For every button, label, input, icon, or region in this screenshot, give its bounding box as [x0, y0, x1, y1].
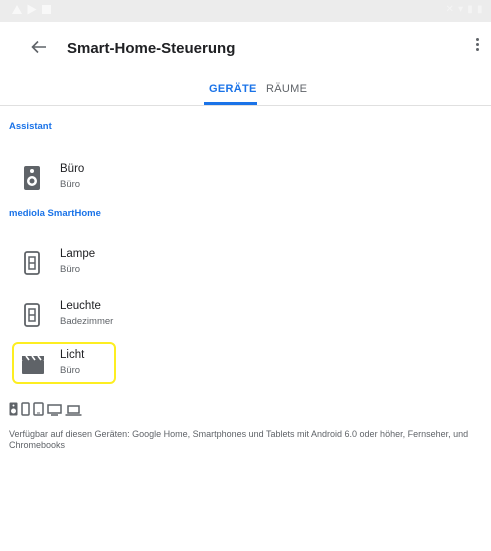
status-bar: ✕ ▾ ▮ ▮ [0, 0, 491, 22]
section-header-mediola: mediola SmartHome [9, 208, 101, 219]
notification-icon [42, 5, 51, 14]
tv-icon [47, 404, 62, 416]
tab-devices[interactable]: GERÄTE [209, 83, 257, 95]
device-room: Büro [60, 179, 81, 190]
device-name: Leuchte [60, 300, 101, 312]
tab-bar: GERÄTE RÄUME [0, 78, 491, 106]
device-name: Büro [60, 163, 85, 175]
highlight-frame [12, 342, 116, 384]
warning-icon [12, 5, 22, 14]
speaker-icon [9, 402, 18, 416]
more-vert-icon[interactable] [469, 36, 485, 60]
laptop-icon [65, 405, 82, 416]
phone-icon [21, 402, 30, 416]
availability-text: Verfügbar auf diesen Geräten: Google Hom… [9, 429, 469, 450]
device-item-buero[interactable]: Büro Büro [12, 158, 472, 198]
app-bar: Smart-Home-Steuerung [0, 22, 491, 78]
page-title: Smart-Home-Steuerung [67, 40, 236, 57]
device-room: Badezimmer [60, 316, 114, 327]
device-name: Lampe [60, 248, 96, 260]
back-arrow-icon[interactable] [28, 36, 50, 58]
play-icon [27, 4, 37, 15]
light-switch-icon [23, 250, 41, 276]
light-switch-icon [23, 302, 41, 328]
device-item-lampe[interactable]: Lampe Büro [12, 243, 472, 283]
section-header-assistant: Assistant [9, 121, 52, 132]
active-tab-indicator [204, 102, 257, 105]
status-system-icons: ✕ ▾ ▮ ▮ [445, 4, 483, 15]
status-notification-icons [12, 4, 51, 15]
tablet-icon [33, 402, 44, 416]
device-availability-icons [9, 402, 82, 416]
tab-rooms[interactable]: RÄUME [266, 83, 307, 95]
device-room: Büro [60, 264, 81, 275]
device-item-leuchte[interactable]: Leuchte Badezimmer [12, 295, 472, 335]
speaker-icon [23, 165, 41, 191]
